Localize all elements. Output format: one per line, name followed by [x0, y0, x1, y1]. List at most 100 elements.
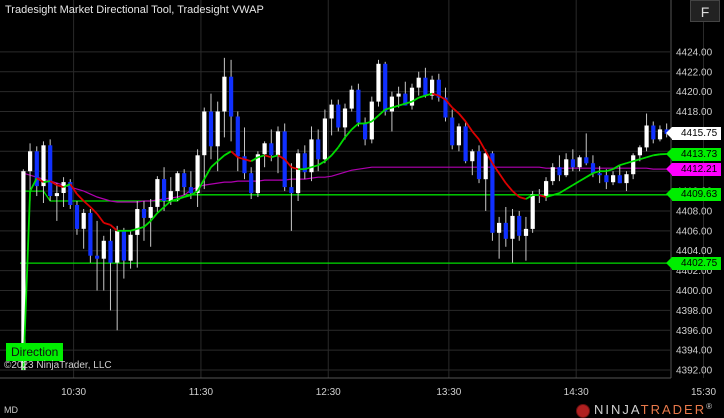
direction-segment: [103, 222, 111, 226]
candles: [21, 57, 669, 371]
bear-candle: [141, 209, 147, 218]
bull-candle: [564, 159, 569, 176]
logo-text-ninja: NINJA: [594, 402, 641, 417]
price-tag-green: 4409.63: [665, 188, 722, 202]
bear-candle: [316, 139, 321, 160]
bull-candle: [168, 191, 173, 201]
y-tick-label: 4408.00: [676, 206, 713, 217]
bear-candle: [108, 240, 113, 263]
chart-title: Tradesight Market Directional Tool, Trad…: [5, 4, 264, 16]
bull-candle: [275, 131, 281, 156]
bull-candle: [128, 234, 133, 261]
direction-segment: [96, 213, 105, 224]
direction-segment: [478, 138, 487, 152]
bear-candle: [363, 122, 368, 140]
bull-candle: [396, 93, 401, 97]
x-tick-label: 15:30: [691, 387, 716, 398]
bear-candle: [463, 126, 468, 162]
price-chart[interactable]: 4424.004422.004420.004418.004416.004414.…: [0, 0, 724, 400]
direction-segment: [89, 206, 98, 215]
copyright-text: ©2023 NinjaTrader, LLC: [4, 360, 112, 371]
direction-segment: [163, 200, 172, 208]
bull-candle: [28, 151, 33, 172]
direction-segment: [451, 106, 460, 115]
bull-candle: [54, 193, 59, 197]
y-tick-label: 4398.00: [676, 306, 713, 317]
bear-candle: [88, 212, 93, 256]
bull-candle: [262, 143, 267, 155]
f-button[interactable]: F: [690, 0, 720, 22]
direction-segment: [143, 220, 152, 228]
bull-candle: [202, 111, 207, 156]
step-level-line: [23, 190, 670, 202]
bear-candle: [590, 163, 596, 174]
bull-candle: [81, 212, 86, 229]
bull-candle: [577, 157, 582, 168]
direction-segment: [458, 112, 467, 123]
direction-segment: [337, 136, 346, 148]
direction-segment: [418, 94, 426, 99]
direction-segment: [223, 150, 232, 157]
direction-segment: [498, 172, 507, 184]
bull-candle: [483, 153, 488, 180]
direction-segment: [109, 224, 118, 232]
bear-candle: [617, 175, 622, 184]
direction-segment: [646, 154, 654, 159]
bear-candle: [503, 222, 508, 239]
bear-candle: [604, 175, 609, 183]
bull-candle: [550, 167, 555, 182]
direction-segment: [639, 156, 647, 161]
y-tick-label: 4392.00: [676, 366, 713, 377]
chart-area[interactable]: 4424.004422.004420.004418.004416.004414.…: [0, 0, 724, 400]
bull-candle: [376, 63, 381, 102]
direction-segment: [471, 130, 480, 140]
bear-candle: [584, 157, 589, 164]
direction-segment: [579, 176, 587, 182]
direction-segment: [264, 154, 272, 159]
bear-candle: [383, 63, 388, 112]
bear-candle: [121, 230, 126, 261]
axes: 4424.004422.004420.004418.004416.004414.…: [0, 0, 716, 398]
vwap-line: [23, 166, 667, 203]
bear-candle: [249, 173, 254, 194]
logo-text-trader: TRADER: [640, 402, 707, 417]
bull-candle: [389, 96, 394, 112]
price-tag-magenta: 4412.21: [665, 162, 722, 176]
bear-candle: [48, 145, 53, 196]
bull-candle: [349, 89, 354, 109]
bear-candle: [162, 179, 167, 201]
bear-candle: [423, 77, 428, 96]
direction-segment: [76, 193, 85, 202]
y-tick-label: 4420.00: [676, 87, 713, 98]
bull-candle: [101, 240, 106, 259]
bull-candle: [329, 104, 334, 119]
bear-candle: [182, 173, 187, 188]
direction-segment: [351, 122, 359, 131]
bull-candle: [530, 194, 535, 229]
direction-segment: [344, 128, 353, 138]
direction-segment: [505, 182, 514, 192]
bear-candle: [188, 187, 193, 194]
bear-candle: [235, 116, 240, 157]
bear-candle: [651, 125, 656, 140]
md-label: MD: [4, 405, 18, 415]
x-tick-label: 10:30: [61, 387, 86, 398]
direction-segment: [653, 153, 661, 157]
bull-candle: [624, 174, 629, 184]
bull-candle: [644, 125, 649, 148]
direction-segment: [83, 200, 92, 208]
x-tick-label: 13:30: [436, 387, 461, 398]
bull-candle: [148, 207, 153, 218]
ninjatrader-logo: NINJATRADER®: [576, 402, 714, 418]
bull-candle: [296, 153, 301, 194]
grid: [0, 0, 705, 378]
y-tick-label: 4394.00: [676, 346, 713, 357]
bull-candle: [631, 155, 636, 175]
y-tick-label: 4404.00: [676, 246, 713, 257]
bull-candle: [470, 151, 475, 162]
bear-candle: [289, 187, 294, 194]
direction-segment: [203, 166, 212, 180]
y-tick-label: 4396.00: [676, 326, 713, 337]
bull-candle: [523, 228, 529, 236]
bull-candle: [416, 77, 421, 88]
